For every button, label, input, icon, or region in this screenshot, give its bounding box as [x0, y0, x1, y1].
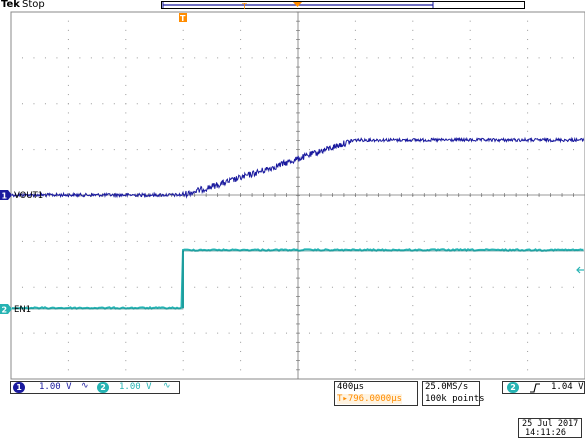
waveform-display[interactable]: T T 1 VOUT1 2 EN1	[0, 0, 585, 380]
timebase-scale[interactable]: 400µs	[337, 382, 364, 392]
ch1-trace-label: VOUT1	[14, 191, 43, 201]
horizontal-box[interactable]: 400µs T▸796.0000µs	[334, 381, 418, 406]
trigger-box[interactable]: 2 1.04 V	[502, 381, 585, 394]
ch2-trace-label: EN1	[14, 305, 31, 315]
trigger-t-label: T	[180, 14, 186, 23]
trigger-source-badge: 2	[507, 382, 519, 393]
time-label: 14:11:26	[525, 428, 566, 438]
status-readouts: 1 1.00 V ∿ 2 1.00 V ∿ 400µs T▸796.0000µs…	[10, 381, 585, 406]
svg-text:2: 2	[2, 306, 8, 315]
ch2-scale[interactable]: 1.00 V	[119, 382, 152, 392]
ch2-badge: 2	[97, 382, 109, 393]
record-trigger-marker: T	[241, 2, 247, 11]
ch1-badge: 1	[13, 382, 25, 393]
timestamp-box: 25 Jul 2017 14:11:26	[518, 418, 582, 438]
trigger-level[interactable]: 1.04 V	[551, 382, 584, 392]
ch1-scale[interactable]: 1.00 V	[39, 382, 72, 392]
ch1-ground-marker[interactable]: 1	[0, 190, 12, 201]
svg-text:1: 1	[2, 192, 8, 201]
acquisition-box[interactable]: 25.0MS/s 100k points	[422, 381, 485, 406]
position-prefix: T▸	[337, 394, 348, 404]
horizontal-position[interactable]: T▸796.0000µs	[337, 394, 403, 404]
position-value: 796.0000µs	[347, 394, 403, 404]
ch1-bandwidth-icon: ∿	[81, 381, 89, 391]
record-length: 100k points	[425, 394, 485, 404]
ch2-ground-marker[interactable]: 2	[0, 304, 12, 315]
channel-scale-box[interactable]: 1 1.00 V ∿ 2 1.00 V ∿	[10, 381, 180, 394]
sample-rate: 25.0MS/s	[425, 382, 469, 392]
rising-edge-icon	[530, 383, 540, 393]
ch2-bandwidth-icon: ∿	[163, 381, 171, 391]
